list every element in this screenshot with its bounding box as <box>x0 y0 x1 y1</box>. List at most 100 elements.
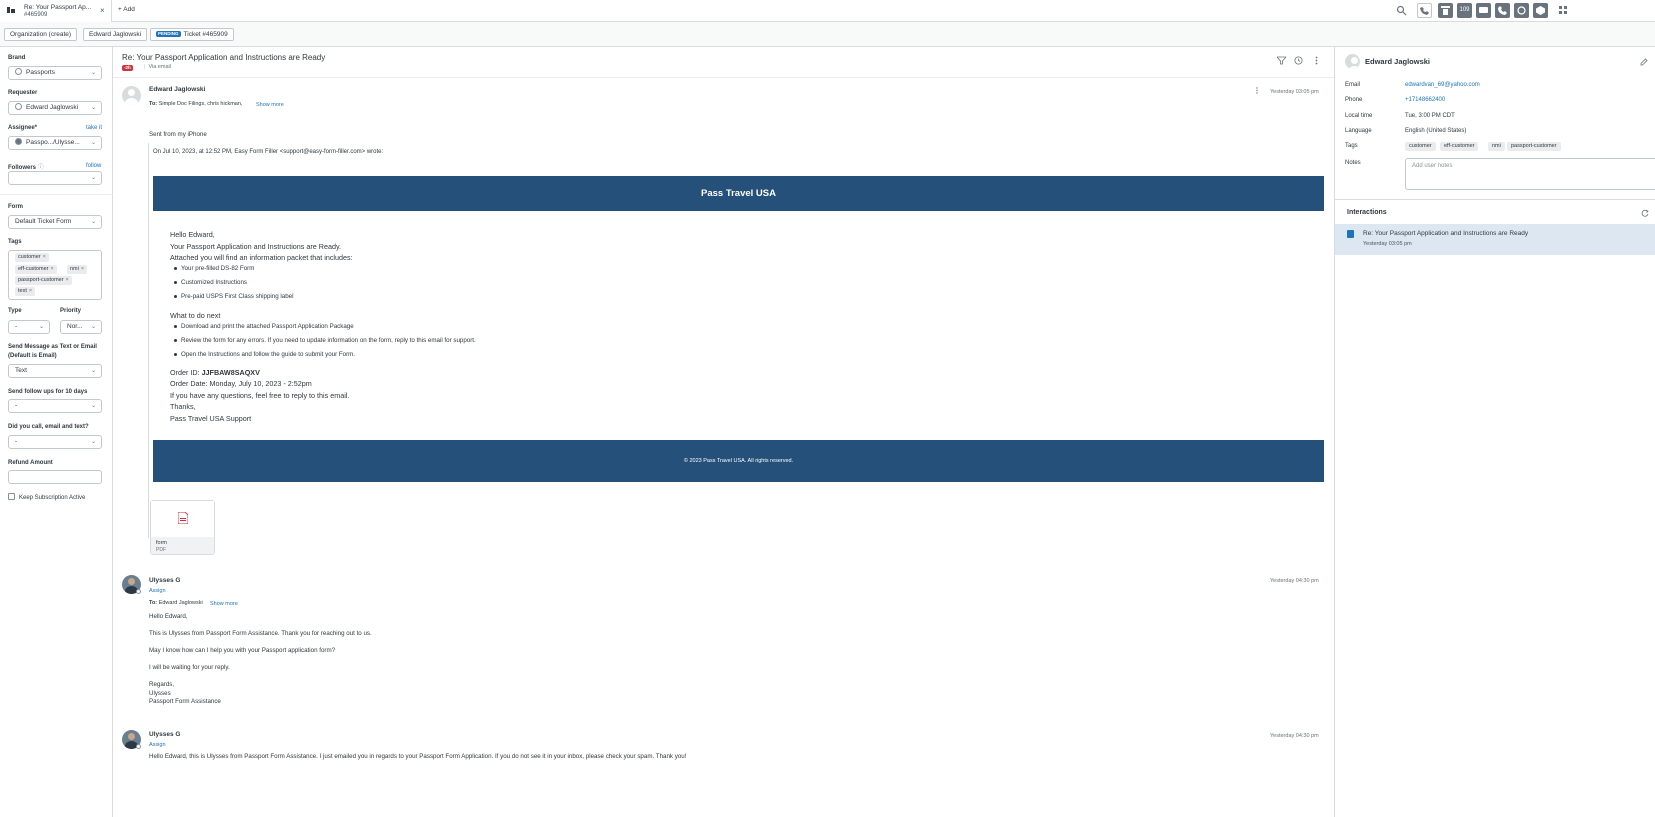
followups-label: Send follow ups for 10 days <box>8 389 88 395</box>
form-select[interactable]: Default Ticket Form ⌄ <box>8 215 102 229</box>
tag-chip[interactable]: customer × <box>15 253 49 262</box>
edit-icon[interactable] <box>1640 58 1648 68</box>
views-icon[interactable] <box>1438 3 1453 18</box>
breadcrumb-organization[interactable]: Organization (create) <box>4 28 78 41</box>
checkbox[interactable] <box>8 493 15 500</box>
remove-tag-icon[interactable]: × <box>66 277 69 283</box>
tab-title: Re: Your Passport Ap... <box>24 4 92 11</box>
user-phone-link[interactable]: +17148662400 <box>1405 97 1445 103</box>
user-notes-input[interactable]: Add user notes <box>1405 158 1655 190</box>
show-more-link[interactable]: Show more <box>210 601 238 607</box>
list-item: Pre-paid USPS First Class shipping label <box>173 293 294 300</box>
email-footer-banner: © 2023 Pass Travel USA. All rights reser… <box>153 440 1324 482</box>
email-line: If you have any questions, feel free to … <box>170 391 350 400</box>
language-label: Language <box>1345 128 1372 134</box>
remove-tag-icon[interactable]: × <box>29 288 32 294</box>
avatar <box>122 86 141 105</box>
assignee-select[interactable]: Passpo.../Ulysse... ⌄ <box>8 136 102 150</box>
interaction-title: Re: Your Passport Application and Instru… <box>1363 230 1529 237</box>
separator: | <box>144 64 146 70</box>
list-item: Download and print the attached Passport… <box>174 323 354 330</box>
attachment-card[interactable]: form PDF <box>150 500 215 555</box>
show-more-link[interactable]: Show more <box>256 102 284 108</box>
search-icon[interactable] <box>1396 5 1407 16</box>
user-context-panel: Edward Jaglowski Email edwardvan_69@yaho… <box>1334 47 1655 817</box>
ticket-tab[interactable]: Re: Your Passport Ap... #465909 × <box>0 0 112 22</box>
message-text: Passport Form Assistance <box>149 698 221 705</box>
refresh-icon[interactable] <box>1641 209 1649 219</box>
tab-subtitle: #465909 <box>24 12 48 18</box>
ticket-subject[interactable]: Re: Your Passport Application and Instru… <box>122 53 325 62</box>
product-tray-icon[interactable] <box>1559 6 1568 17</box>
user-name[interactable]: Edward Jaglowski <box>1365 57 1430 66</box>
attachment-type: PDF <box>156 547 166 553</box>
email-subheading: What to do next <box>170 311 221 320</box>
call-icon[interactable] <box>1495 3 1510 18</box>
user-tag: passport-customer <box>1507 142 1561 151</box>
order-date: Order Date: Monday, July 10, 2023 - 2:52… <box>170 379 312 388</box>
message-text: Sent from my iPhone <box>149 131 207 138</box>
tags-input[interactable]: customer × eff-customer × nmi × passport-cu… <box>8 250 102 300</box>
chevron-down-icon: ⌄ <box>90 140 96 146</box>
form-label: Form <box>8 204 23 210</box>
user-tag: customer <box>1405 142 1436 151</box>
close-tab-icon[interactable]: × <box>100 6 105 15</box>
message-text: Hello Edward, this is Ulysses from Passp… <box>149 753 687 760</box>
tag-chip[interactable]: nmi × <box>67 265 88 274</box>
breadcrumb-requester[interactable]: Edward Jaglowski <box>83 28 148 41</box>
type-select[interactable]: - ⌄ <box>8 320 50 334</box>
send-message-sublabel: (Default is Email) <box>8 353 57 359</box>
requester-select[interactable]: Edward Jaglowski ⌄ <box>8 101 102 115</box>
chevron-down-icon: ⌄ <box>90 368 96 374</box>
apps-icon[interactable] <box>1514 3 1529 18</box>
message-timestamp: Yesterday 04:30 pm <box>1270 578 1319 584</box>
assign-link[interactable]: Assign <box>149 588 166 594</box>
refund-amount-input[interactable] <box>8 470 102 484</box>
call-email-text-select[interactable]: - ⌄ <box>8 435 102 449</box>
tag-chip[interactable]: eff-customer × <box>15 265 57 274</box>
history-icon[interactable] <box>1294 56 1303 65</box>
divider <box>1335 199 1655 200</box>
message-text: Ulysses <box>149 690 171 697</box>
send-message-label: Send Message as Text or Email <box>8 344 97 350</box>
call-email-text-label: Did you call, email and text? <box>8 424 89 430</box>
chevron-down-icon: ⌄ <box>90 105 96 111</box>
brand-select[interactable]: Passports ⌄ <box>8 66 102 80</box>
message-options-icon[interactable] <box>1254 87 1260 96</box>
breadcrumb: Organization (create) Edward Jaglowski P… <box>0 22 1655 47</box>
notes-label: Notes <box>1345 160 1361 166</box>
remove-tag-icon[interactable]: × <box>81 266 84 272</box>
tag-chip[interactable]: passport-customer × <box>15 276 72 285</box>
count-badge[interactable]: 109 <box>1457 3 1472 18</box>
status-dot <box>136 589 141 594</box>
followups-select[interactable]: - ⌄ <box>8 399 102 413</box>
brand-label: Brand <box>8 55 26 61</box>
priority-select[interactable]: Nor... ⌄ <box>60 320 102 334</box>
package-icon[interactable] <box>1533 3 1548 18</box>
conversation-panel: Re: Your Passport Application and Instru… <box>113 47 1334 817</box>
breadcrumb-ticket[interactable]: PENDING Ticket #465909 <box>150 28 234 41</box>
followers-select[interactable]: ⌄ <box>8 171 102 185</box>
message-text: May I know how can I help you with your … <box>149 647 336 654</box>
phone-status-icon[interactable] <box>1417 3 1432 18</box>
phone-label: Phone <box>1345 97 1363 103</box>
email-line: Thanks, <box>170 402 196 411</box>
more-options-icon[interactable] <box>1312 56 1321 65</box>
interaction-item[interactable]: Re: Your Passport Application and Instru… <box>1335 224 1655 255</box>
status-dot <box>136 744 141 749</box>
assign-link[interactable]: Assign <box>149 742 166 748</box>
take-it-link[interactable]: take it <box>86 125 102 131</box>
refund-amount-label: Refund Amount <box>8 460 53 466</box>
keep-subscription-checkbox[interactable]: Keep Subscription Active <box>8 493 85 501</box>
filter-icon[interactable] <box>1276 56 1287 65</box>
user-email-link[interactable]: edwardvan_69@yahoo.com <box>1405 82 1480 88</box>
remove-tag-icon[interactable]: × <box>43 254 46 260</box>
tag-chip[interactable]: text × <box>15 287 36 296</box>
remove-tag-icon[interactable]: × <box>50 266 53 272</box>
user-avatar <box>1345 54 1360 69</box>
chat-icon[interactable] <box>1476 3 1491 18</box>
add-button[interactable]: + Add <box>118 6 135 13</box>
send-message-select[interactable]: Text ⌄ <box>8 364 102 378</box>
follow-link[interactable]: follow <box>86 163 101 169</box>
attachment-meta: form PDF <box>151 537 214 554</box>
